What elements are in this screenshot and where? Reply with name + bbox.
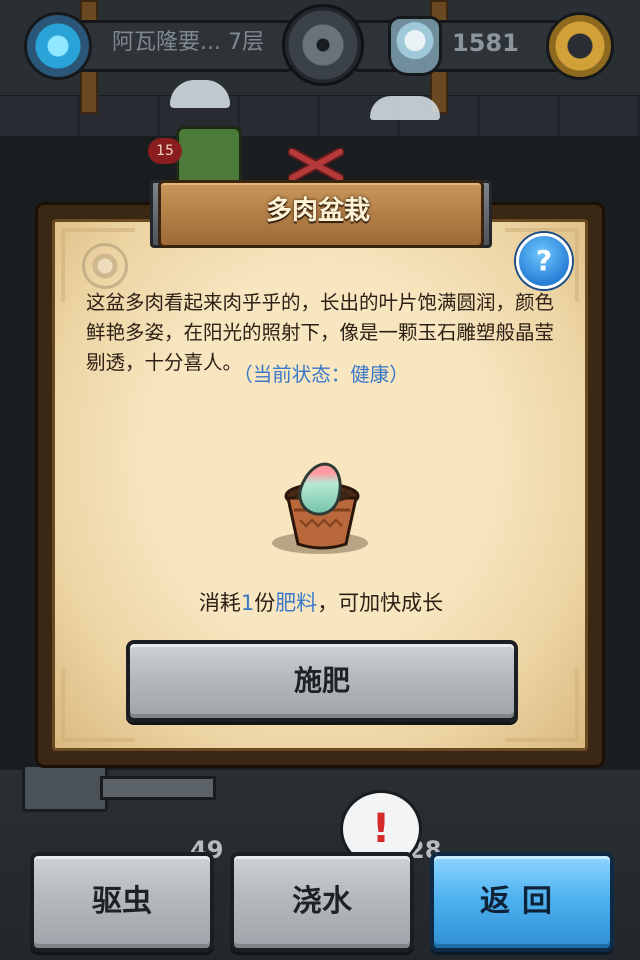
water-label: 浇水 [292,884,352,919]
fertilize-button[interactable]: 施肥 [126,640,518,722]
back-label: 返回 [480,884,564,919]
consume-info: 消耗1份肥料，可加快成长 [86,586,556,620]
consume-unit: 份 [254,591,276,615]
plant-state: （当前状态：健康） [233,363,409,386]
consume-suffix: ，可加快成长 [317,591,444,615]
pipe-decoration [100,776,216,800]
water-button[interactable]: 浇水 [230,852,414,952]
close-x-icon [288,148,344,182]
badge-icon [82,243,128,289]
help-icon[interactable]: ? [516,233,572,289]
snow-patch [370,96,440,120]
modal-title: 多肉盆栽 [265,196,370,226]
consume-item: 肥料 [275,591,318,615]
top-hud: 阿瓦隆要... 7层 1581 [0,0,640,90]
bug-removal-label: 驱虫 [92,884,152,919]
gem-icon [388,16,442,76]
portal-icon[interactable] [24,12,92,80]
machine-decoration [22,764,108,812]
corner-ornament [61,668,135,742]
fertilize-label: 施肥 [293,664,350,697]
medal-icon[interactable] [282,4,364,86]
location-label: 阿瓦隆要... 7层 [112,30,264,55]
consume-prefix: 消耗 [198,591,241,615]
back-button[interactable]: 返回 [430,852,614,952]
bug-removal-button[interactable]: 驱虫 [30,852,214,952]
gear-icon[interactable] [546,12,614,80]
currency-value: 1581 [452,29,519,57]
character-level: 15 [148,138,182,164]
consume-amount: 1 [240,591,255,615]
